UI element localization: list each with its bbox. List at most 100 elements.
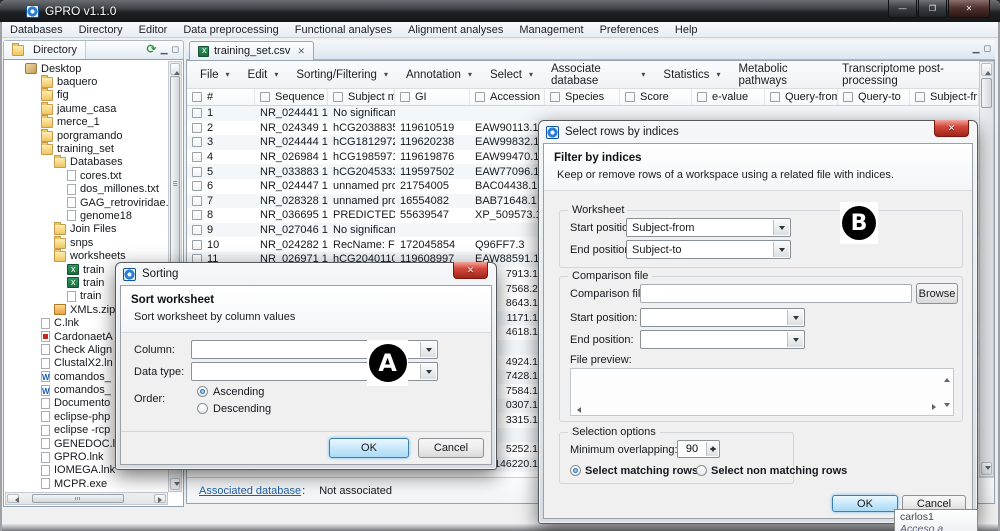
menu-item[interactable]: Functional analyses	[287, 22, 400, 37]
column-checkbox[interactable]	[625, 92, 635, 102]
column-checkbox[interactable]	[697, 92, 707, 102]
worksheet-menu[interactable]: Associate database ▾	[542, 61, 654, 88]
column-header[interactable]: Sequence	[255, 89, 328, 105]
title-bar[interactable]: GPRO v1.1.0 — ❐ ✕	[0, 0, 1000, 22]
dropdown-arrow-icon[interactable]	[420, 342, 436, 357]
panel-maximize-icon[interactable]: ◻	[172, 45, 179, 54]
tab-training-set-csv[interactable]: training_set.csv ✕	[189, 41, 314, 60]
refresh-icon[interactable]: ⟳	[147, 43, 157, 55]
minimum-overlapping-spinner[interactable]: 90	[677, 440, 720, 458]
dropdown-arrow-icon[interactable]	[773, 220, 789, 235]
descending-radio[interactable]	[197, 403, 208, 414]
tree-item[interactable]: Join Files	[5, 223, 168, 236]
table-row[interactable]: 1 NR_024441 1 No significant ...	[187, 106, 994, 121]
column-checkbox[interactable]	[192, 92, 202, 102]
column-checkbox[interactable]	[915, 92, 925, 102]
tree-item[interactable]: merce_1	[5, 116, 168, 129]
tree-item[interactable]: training_set	[5, 142, 168, 155]
column-checkbox[interactable]	[260, 92, 270, 102]
dropdown-arrow-icon[interactable]	[420, 364, 436, 379]
tree-item[interactable]: fig	[5, 89, 168, 102]
dropdown-arrow-icon[interactable]	[787, 310, 803, 325]
window-maximize-button[interactable]: ❐	[918, 0, 947, 18]
column-checkbox[interactable]	[475, 92, 485, 102]
worksheet-end-dropdown[interactable]: Subject-to	[626, 240, 791, 259]
comparison-end-dropdown[interactable]	[640, 330, 805, 349]
select-rows-ok-button[interactable]: OK	[832, 495, 898, 512]
column-header[interactable]: Subject-fr	[910, 89, 979, 105]
window-close-button[interactable]: ✕	[948, 0, 990, 18]
column-header[interactable]: Species	[545, 89, 620, 105]
menu-item[interactable]: Help	[667, 22, 706, 37]
file-preview-area[interactable]	[570, 368, 954, 416]
menu-item[interactable]: Directory	[71, 22, 131, 37]
row-checkbox[interactable]	[192, 167, 202, 177]
tree-item[interactable]: Desktop	[5, 62, 168, 75]
comparison-file-input[interactable]	[640, 284, 912, 303]
select-matching-radio[interactable]	[570, 465, 581, 476]
table-vertical-scrollbar[interactable]	[979, 61, 994, 477]
sorting-dialog-title-bar[interactable]: Sorting	[120, 263, 492, 285]
tree-item[interactable]: Databases	[5, 156, 168, 169]
browse-button[interactable]: Browse	[916, 283, 958, 304]
tree-item[interactable]: MCPR.exe	[5, 477, 168, 490]
scrollbar-thumb[interactable]	[170, 76, 180, 291]
tab-directory[interactable]: Directory	[4, 41, 86, 59]
preview-scroll-down-icon[interactable]	[944, 403, 950, 410]
spinner-arrows-icon[interactable]	[706, 442, 718, 456]
select-non-matching-radio[interactable]	[696, 465, 707, 476]
scrollbar-thumb[interactable]	[32, 494, 124, 503]
column-checkbox[interactable]	[550, 92, 560, 102]
tree-item[interactable]: genome18	[5, 209, 168, 222]
column-checkbox[interactable]	[843, 92, 853, 102]
menu-item[interactable]: Alignment analyses	[400, 22, 511, 37]
worksheet-menu[interactable]: Edit ▾	[239, 61, 288, 88]
sorting-ok-button[interactable]: OK	[329, 438, 409, 458]
menu-item[interactable]: Editor	[131, 22, 176, 37]
preview-scroll-right-icon[interactable]	[932, 404, 939, 410]
tree-item[interactable]: snps	[5, 236, 168, 249]
worksheet-menu[interactable]: Transcriptome post-processing ▾	[833, 61, 994, 88]
scroll-right-button[interactable]	[154, 494, 166, 503]
sorting-dialog-close-button[interactable]: ✕	[453, 262, 488, 279]
scroll-left-button[interactable]	[7, 494, 19, 503]
dropdown-arrow-icon[interactable]	[787, 332, 803, 347]
tree-item[interactable]: GAG_retroviridae.txt	[5, 196, 168, 209]
preview-scroll-left-icon[interactable]	[574, 407, 581, 413]
column-header[interactable]: GI	[395, 89, 470, 105]
tree-item[interactable]: worksheets	[5, 249, 168, 262]
column-header[interactable]: Accession	[470, 89, 545, 105]
column-header[interactable]: Subject m...	[328, 89, 395, 105]
column-header[interactable]: #	[187, 89, 255, 105]
scroll-up-button[interactable]	[170, 63, 180, 75]
scroll-up-button[interactable]	[981, 63, 992, 76]
worksheet-menu[interactable]: Statistics ▾	[654, 61, 729, 88]
scrollbar-thumb[interactable]	[981, 78, 992, 108]
scroll-down-button[interactable]	[170, 478, 180, 490]
select-rows-dialog-title-bar[interactable]: Select rows by indices	[543, 121, 973, 143]
row-checkbox[interactable]	[192, 181, 202, 191]
worksheet-menu[interactable]: Sorting/Filtering ▾	[287, 61, 397, 88]
row-checkbox[interactable]	[192, 196, 202, 206]
menu-item[interactable]: Data preprocessing	[175, 22, 286, 37]
worksheet-menu[interactable]: Annotation ▾	[397, 61, 481, 88]
row-checkbox[interactable]	[192, 152, 202, 162]
row-checkbox[interactable]	[192, 225, 202, 235]
comparison-start-dropdown[interactable]	[640, 308, 805, 327]
column-checkbox[interactable]	[400, 92, 410, 102]
tree-item[interactable]: jaume_casa	[5, 102, 168, 115]
row-checkbox[interactable]	[192, 240, 202, 250]
menu-item[interactable]: Preferences	[592, 22, 667, 37]
column-header[interactable]: Query-from	[765, 89, 838, 105]
editor-maximize-icon[interactable]: ◻	[984, 44, 991, 53]
ascending-radio[interactable]	[197, 386, 208, 397]
menu-item[interactable]: Management	[511, 22, 591, 37]
column-header[interactable]: Query-to	[838, 89, 910, 105]
dropdown-arrow-icon[interactable]	[773, 242, 789, 257]
column-header[interactable]: Score	[620, 89, 692, 105]
tree-item[interactable]: dos_millones.txt	[5, 183, 168, 196]
editor-minimize-icon[interactable]: ▁	[973, 44, 980, 53]
worksheet-menu[interactable]: Metabolic pathways ▾	[729, 61, 833, 88]
menu-item[interactable]: Databases	[2, 22, 71, 37]
column-checkbox[interactable]	[770, 92, 780, 102]
